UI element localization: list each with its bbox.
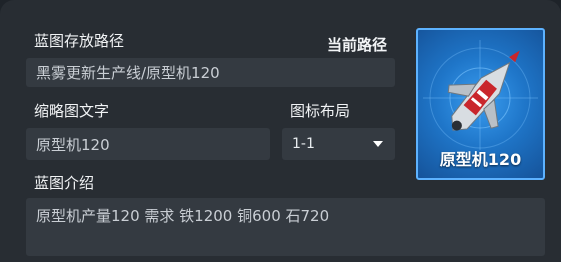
icon-layout-label: 图标布局 <box>290 102 351 120</box>
icon-layout-selected: 1-1 <box>292 136 315 152</box>
blueprint-info-panel: 蓝图存放路径 当前路径 黑雾更新生产线/原型机120 缩略图文字 原型机120 … <box>0 0 561 262</box>
thumbnail-text-field[interactable]: 原型机120 <box>26 128 270 160</box>
chevron-down-icon <box>373 141 383 147</box>
blueprint-description-label: 蓝图介绍 <box>34 174 95 192</box>
thumbnail-text-label: 缩略图文字 <box>34 102 110 120</box>
blueprint-description-field[interactable]: 原型机产量120 需求 铁1200 铜600 石720 <box>26 198 545 256</box>
blueprint-path-label: 蓝图存放路径 <box>34 32 125 50</box>
blueprint-thumbnail[interactable]: 原型机120 <box>416 28 545 180</box>
icon-layout-dropdown[interactable]: 1-1 <box>282 128 395 160</box>
thumbnail-caption: 原型机120 <box>439 150 522 169</box>
current-path-button[interactable]: 当前路径 <box>327 34 387 55</box>
blueprint-path-field[interactable]: 黑雾更新生产线/原型机120 <box>26 58 395 87</box>
